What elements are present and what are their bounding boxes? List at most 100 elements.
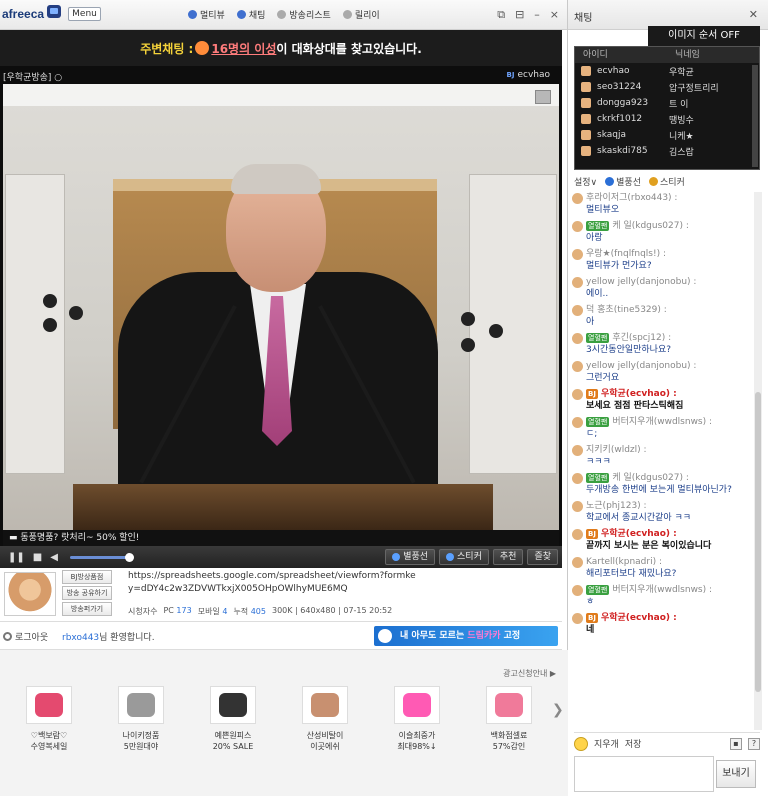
user-badge: 열혈팬 (586, 221, 610, 231)
message-author[interactable]: yellow jelly(danjonobu) : (586, 360, 696, 372)
message-author[interactable]: 후긴(spcj12) : (612, 332, 671, 344)
chat-scroll-thumb[interactable] (755, 392, 761, 692)
message-author[interactable]: 노근(phj123) : (586, 500, 647, 512)
image-order-toggle[interactable]: 이미지 순서 OFF (648, 26, 760, 46)
share-button[interactable]: 방송 공유하기 (62, 586, 112, 600)
message-author[interactable]: 케 일(kdgus027) : (612, 220, 689, 232)
volume-slider[interactable] (69, 552, 134, 562)
volume-icon[interactable]: ◀ (50, 552, 58, 563)
ad-line1: 나이키정품 (122, 731, 160, 740)
user-id: ckrkf1012 (597, 114, 643, 124)
ad-line2: 57%감인 (492, 742, 526, 751)
nearby-chat-notice[interactable]: 주변채팅 : 16명의 이성 이 대화상대를 찾고있습니다. (0, 30, 562, 66)
sticker-icon (446, 553, 455, 561)
ad-image (35, 693, 63, 717)
logout-button[interactable]: 로그아웃 (3, 630, 48, 643)
bj-avatar[interactable] (4, 572, 56, 616)
user-row[interactable]: skaskdi785 김스랍 (575, 143, 759, 159)
ad-thumbnail (302, 686, 348, 724)
multiview-link[interactable]: 멀티뷰 (188, 8, 225, 21)
mobile-label: 모바일 (197, 607, 220, 616)
ad-item[interactable]: 산성비탈이 이곳에쉬 (294, 686, 356, 752)
broadcast-info: BJ방상품점 방송 공유하기 방송퍼가기 https://spreadsheet… (0, 568, 562, 622)
menu-button[interactable]: Menu (68, 7, 101, 21)
star-balloon-tool[interactable]: 별풍선 (605, 175, 641, 188)
video-player[interactable]: 주변채팅 : 16명의 이성 이 대화상대를 찾고있습니다. [우학균방송] ○… (0, 30, 562, 546)
sticker-tool-label: 스티커 (660, 177, 685, 188)
emoticon-icon[interactable] (574, 736, 588, 751)
ad-item[interactable]: 이슬최중가 최대98%↓ (386, 686, 448, 752)
viewer-stats: 시청자수 PC 173 모바일 4 누적 405 300K | 640x480 … (128, 606, 392, 617)
stop-icon[interactable]: ■ (33, 552, 42, 563)
ad-item[interactable]: 예쁜원피스 20% SALE (202, 686, 264, 752)
chat-message: yellow jelly(danjonobu) : 에이.. (572, 276, 754, 300)
sticker-button[interactable]: 스티커 (439, 549, 489, 565)
ad-ticker[interactable]: ▬ 동풍명품? 랏처리~ 50% 할인! (3, 530, 559, 546)
minimize-icon[interactable]: – (534, 8, 540, 22)
pause-icon[interactable]: ❚❚ (8, 552, 25, 563)
user-grade-icon (581, 98, 591, 108)
chat-close-icon[interactable]: ✕ (749, 8, 758, 21)
notice-viewers[interactable]: 16명의 이성 (211, 40, 276, 57)
broadcast-url[interactable]: https://spreadsheets.google.com/spreadsh… (128, 570, 418, 596)
ad-banner[interactable]: 내 아무도 모르는 드림카카 고정 (374, 626, 558, 646)
sticker-tool[interactable]: 스티커 (649, 175, 685, 188)
ad-item[interactable]: 백화점셀료 57%감인 (478, 686, 540, 752)
lock-icon[interactable] (535, 90, 551, 104)
title-bar: afreeca Menu 멀티뷰 채팅 방송리스트 릴리이 ⧉ ⊟ – × (0, 0, 567, 30)
ad-item[interactable]: 나이키정품 5만원대야 (110, 686, 172, 752)
message-text: 네 (586, 625, 595, 635)
chat-message: 열혈팬 케 일(kdgus027) : 아랑 (572, 220, 754, 244)
alert-icon[interactable]: ▪ (730, 737, 742, 750)
message-text: 멀티뷰오 (586, 205, 620, 215)
user-row[interactable]: ecvhao 우학균 (575, 63, 759, 79)
message-author[interactable]: 지키키(wldzl) : (586, 444, 647, 456)
id-column-header: 아이디 (583, 50, 608, 60)
other-link[interactable]: 릴리이 (342, 8, 380, 21)
message-author[interactable]: 케 일(kdgus027) : (612, 472, 689, 484)
chat-scrollbar[interactable] (754, 192, 762, 730)
chat-link[interactable]: 채팅 (236, 8, 265, 21)
help-button[interactable]: ? (748, 737, 760, 750)
message-author[interactable]: 우학균(ecvhao) : (601, 528, 677, 540)
ad-info-link[interactable]: 광고신청안내 ▶ (503, 668, 556, 679)
message-author[interactable]: yellow jelly(danjonobu) : (586, 276, 696, 288)
user-avatar-icon (572, 304, 583, 316)
user-list-scrollbar[interactable] (752, 65, 758, 167)
bj-shop-button[interactable]: BJ방상품점 (62, 570, 112, 584)
star-balloon-button[interactable]: 별풍선 (385, 549, 436, 565)
chat-input[interactable] (574, 756, 714, 792)
message-author[interactable]: 후라이저그(rbxo443) : (586, 192, 677, 204)
save-button[interactable]: 저장 (625, 737, 642, 750)
message-author[interactable]: 덕 홍초(tine5329) : (586, 304, 667, 316)
send-button[interactable]: 보내기 (716, 760, 756, 788)
recommend-button[interactable]: 추천 (492, 549, 524, 565)
user-row[interactable]: dongga923 트 이 (575, 95, 759, 111)
message-author[interactable]: 우학균(ecvhao) : (601, 388, 677, 400)
broadcast-list-link[interactable]: 방송리스트 (277, 8, 331, 21)
message-author[interactable]: 버터지우개(wwdlsnws) : (612, 584, 712, 596)
user-row[interactable]: seo31224 압구정트리리 (575, 79, 759, 95)
user-avatar-icon (572, 388, 583, 400)
message-author[interactable]: 버터지우개(wwdlsnws) : (612, 416, 712, 428)
popout-icon[interactable]: ⧉ (497, 8, 505, 22)
volume-knob[interactable] (124, 552, 134, 562)
close-icon[interactable]: × (550, 8, 559, 22)
chat-message: 열혈팬 후긴(spcj12) :3시간동안일만하나요? (572, 332, 754, 356)
layout-icon[interactable]: ⊟ (515, 8, 524, 22)
user-nick: 김스랍 (669, 147, 694, 158)
banner-prefix: 내 아무도 모르는 (400, 631, 465, 641)
message-author[interactable]: 우학균(ecvhao) : (601, 612, 677, 624)
video-frame[interactable] (3, 84, 559, 530)
message-author[interactable]: Kartell(kpnadri) : (586, 556, 662, 568)
settings-dropdown[interactable]: 설정∨ (574, 175, 597, 188)
ad-item[interactable]: ♡백보람♡ 수영복세일 (18, 686, 80, 752)
ad-image (219, 693, 247, 717)
user-row[interactable]: skaqja 니케★ (575, 127, 759, 143)
message-author[interactable]: 우랑★(fnqlfnqls!) : (586, 248, 666, 260)
user-row[interactable]: ckrkf1012 땡빙수 (575, 111, 759, 127)
next-arrow-icon[interactable]: ❯ (552, 702, 564, 718)
clear-button[interactable]: 지우개 (594, 737, 619, 750)
embed-button[interactable]: 방송퍼가기 (62, 602, 112, 616)
favorite-button[interactable]: 즐찾 (527, 549, 558, 565)
